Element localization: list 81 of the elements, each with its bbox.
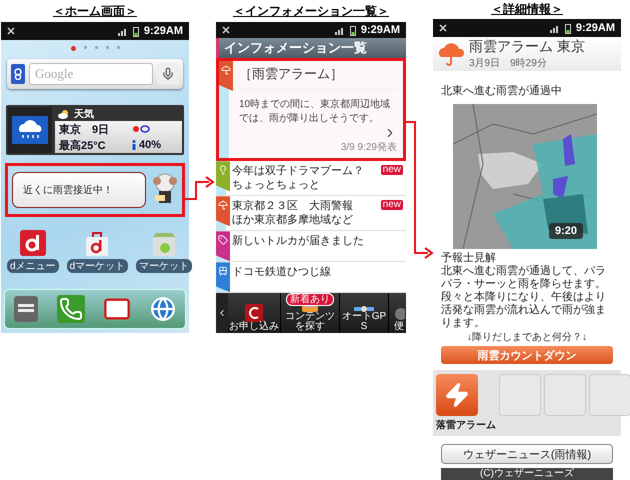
toolbar-item[interactable]: オートGPS: [340, 293, 389, 333]
battery-icon: [350, 24, 356, 36]
status-time: 9:29AM: [144, 25, 183, 37]
section-heading: ＜詳細情報＞: [490, 1, 564, 18]
mic-icon[interactable]: [157, 63, 179, 85]
notice-date: 3/9 9:29発表: [340, 140, 397, 156]
status-time: 9:29AM: [360, 24, 400, 36]
notice-text: 新しいトルカが届きました: [231, 234, 365, 250]
weather-city-day: 東京 9日: [59, 122, 126, 136]
globe-icon[interactable]: [150, 296, 176, 322]
train-icon: [218, 266, 228, 276]
notice-body: 10時までの間に、東京都周辺地域では、雨が降り出しそうです。: [239, 98, 392, 126]
notice-title: ［雨雲アラーム］: [239, 61, 397, 90]
screen-title: インフォメーション一覧: [216, 38, 406, 58]
rain-cloud-icon: [12, 116, 48, 144]
c-logo-icon: [245, 304, 263, 322]
sun-cloud-icon: [132, 125, 150, 133]
toolbar-item[interactable]: 便: [389, 293, 406, 333]
page-dot[interactable]: [106, 46, 108, 49]
news-button[interactable]: ウェザーニュース(雨情報): [441, 444, 613, 464]
section-heading: ＜インフォメーション一覧＞: [232, 2, 390, 20]
section-heading: ＜ホーム画面＞: [52, 2, 138, 20]
notice-text: 東京都２３区 大雨警報 ほか東京都多摩地域など: [231, 198, 354, 228]
satellite-icon: [354, 306, 374, 312]
app-icon[interactable]: [20, 230, 46, 256]
signal-icon: [118, 26, 128, 36]
notice-text: ドコモ鉄道ひつじ線: [231, 265, 332, 280]
umbrella-icon: [218, 200, 228, 210]
empty-tile[interactable]: [544, 374, 586, 416]
weather-title: 天気: [74, 108, 94, 121]
empty-tile[interactable]: [499, 374, 541, 416]
app-label[interactable]: dマーケット: [66, 259, 128, 273]
toolbar-item[interactable]: お申し込み: [228, 293, 281, 333]
detail-date: 3月9日 9時29分: [469, 56, 548, 70]
notice-item[interactable]: 東京都２３区 大雨警報 ほか東京都多摩地域など new: [216, 196, 406, 232]
umbrella-icon: [221, 65, 231, 76]
alarm-tile[interactable]: [436, 374, 478, 416]
person-icon: [132, 140, 136, 150]
search-field[interactable]: Google: [29, 63, 153, 85]
lightning-icon: [444, 382, 470, 408]
rain-chance: 40%: [139, 139, 162, 151]
new-badge: new: [380, 200, 403, 210]
headline: 北東へ進む雨雲が通過中: [440, 84, 563, 99]
app-drawer-icon[interactable]: [14, 296, 38, 322]
google-logo-icon[interactable]: [11, 64, 25, 84]
forecast-title: 予報士見解: [440, 251, 497, 265]
shopping-bag-icon[interactable]: [84, 230, 110, 256]
lightbulb-icon: [218, 165, 228, 176]
new-badge: 新着あり: [286, 293, 334, 306]
umbrella-cloud-icon: [437, 41, 465, 67]
page-dot[interactable]: [94, 46, 98, 49]
signal-icon: [334, 26, 345, 35]
mascot-widget[interactable]: 近くに雨雲接近中！: [5, 163, 185, 217]
toolbar-item[interactable]: 新着あり コンテンツを探す: [281, 293, 340, 333]
app-label[interactable]: マーケット: [136, 259, 192, 273]
map-time: 9:20: [548, 223, 583, 239]
new-badge: new: [380, 165, 403, 176]
copyright-footer: (C)ウェザーニューズ: [441, 468, 613, 480]
status-time: 9:29AM: [576, 22, 615, 34]
empty-tile[interactable]: [589, 374, 630, 416]
page-dot[interactable]: [84, 46, 86, 49]
countdown-hint: ↓降りだしまであと何分？↓: [466, 331, 588, 345]
speech-bubble: 近くに雨雲接近中！: [12, 172, 146, 208]
notice-item[interactable]: 新しいトルカが届きました: [216, 231, 406, 262]
tile-label: 落雷アラーム: [436, 418, 496, 432]
app-label[interactable]: dメニュー: [7, 259, 59, 273]
sun-cloud-icon: [58, 109, 70, 119]
page-dot[interactable]: [70, 46, 76, 51]
phone-icon[interactable]: [56, 295, 85, 323]
featured-notice[interactable]: ［雨雲アラーム］ 10時までの間に、東京都周辺地域では、雨が降り出しそうです。 3/9 9:29発表: [216, 58, 406, 162]
forecast-text: 北東へ進む雨雲が通過して、パラパラ・サーッと雨を降らせます。段々と本降りになり、午後はより活発な雨雲が流れ込んで雨が強まります。: [440, 265, 607, 330]
battery-icon: [132, 26, 139, 36]
signal-icon: [550, 24, 560, 32]
tag-icon: [218, 235, 228, 246]
battery-icon: [564, 22, 571, 34]
detail-title: 雨雲アラーム 東京: [469, 38, 585, 56]
notice-text: 今年は双子ドラマブーム？ ちょっとちょっと: [231, 164, 365, 194]
weather-high: 最高25°C: [59, 138, 107, 152]
connector-arrow: [183, 176, 215, 200]
notice-item[interactable]: 今年は双子ドラマブーム？ ちょっとちょっと new: [216, 161, 406, 196]
page-dot[interactable]: [116, 46, 120, 49]
